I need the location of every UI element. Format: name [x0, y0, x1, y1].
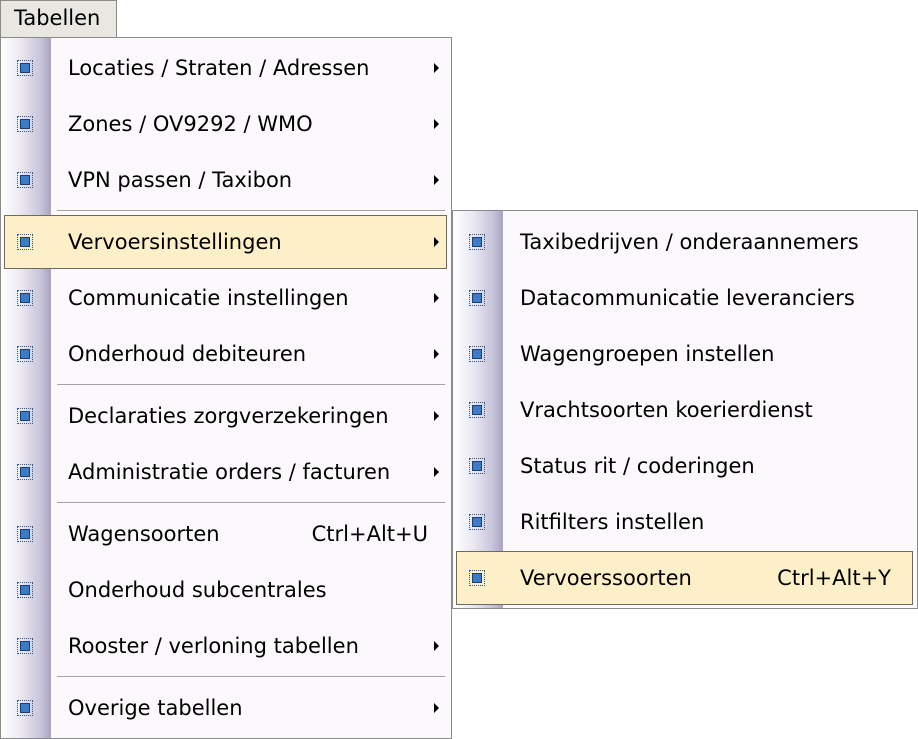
menu-item-icon	[17, 290, 33, 306]
menu-item-administratie[interactable]: Administratie orders / facturen	[4, 445, 447, 499]
submenu-arrow-icon	[434, 641, 439, 651]
menu-item-icon	[469, 514, 485, 530]
menu-item-locaties[interactable]: Locaties / Straten / Adressen	[4, 41, 447, 95]
tabellen-menu: Locaties / Straten / Adressen Zones / OV…	[0, 37, 452, 739]
submenu-arrow-icon	[434, 467, 439, 477]
menu-separator	[57, 676, 445, 678]
menu-item-label: Ritfilters instellen	[520, 510, 705, 534]
submenu-arrow-icon	[434, 293, 439, 303]
menu-item-label: Administratie orders / facturen	[68, 460, 391, 484]
menu-item-shortcut: Ctrl+Alt+U	[311, 522, 428, 546]
menu-item-icon	[17, 172, 33, 188]
menu-item-label: Wagensoorten	[68, 522, 220, 546]
menu-item-icon	[17, 346, 33, 362]
menu-item-label: Vervoersinstellingen	[68, 230, 282, 254]
menu-item-declaraties[interactable]: Declaraties zorgverzekeringen	[4, 389, 447, 443]
menu-separator	[57, 384, 445, 386]
menu-item-zones[interactable]: Zones / OV9292 / WMO	[4, 97, 447, 151]
submenu-arrow-icon	[434, 349, 439, 359]
menu-item-icon	[17, 60, 33, 76]
menu-item-label: Vrachtsoorten koerierdienst	[520, 398, 813, 422]
menu-item-label: Communicatie instellingen	[68, 286, 349, 310]
menu-item-vpn-passen[interactable]: VPN passen / Taxibon	[4, 153, 447, 207]
submenu-arrow-icon	[434, 119, 439, 129]
menu-item-shortcut: Ctrl+Alt+Y	[777, 566, 891, 590]
vervoersinstellingen-submenu: Taxibedrijven / onderaannemers Datacommu…	[452, 210, 918, 609]
menu-item-overige-tabellen[interactable]: Overige tabellen	[4, 681, 447, 735]
submenu-item-taxibedrijven[interactable]: Taxibedrijven / onderaannemers	[456, 215, 913, 269]
menubar-tabellen-label: Tabellen	[14, 6, 101, 30]
submenu-arrow-icon	[434, 703, 439, 713]
menu-item-icon	[17, 700, 33, 716]
menu-item-icon	[17, 116, 33, 132]
submenu-item-ritfilters[interactable]: Ritfilters instellen	[456, 495, 913, 549]
submenu-arrow-icon	[434, 175, 439, 185]
menu-item-communicatie[interactable]: Communicatie instellingen	[4, 271, 447, 325]
menu-item-vervoersinstellingen[interactable]: Vervoersinstellingen	[4, 215, 447, 269]
menu-item-icon	[469, 346, 485, 362]
menu-item-icon	[17, 234, 33, 250]
menu-item-label: Datacommunicatie leveranciers	[520, 286, 855, 310]
submenu-item-vervoerssoorten[interactable]: Vervoerssoorten Ctrl+Alt+Y	[456, 551, 913, 605]
menu-item-label: Overige tabellen	[68, 696, 243, 720]
menu-item-label: Onderhoud subcentrales	[68, 578, 327, 602]
menu-item-icon	[469, 290, 485, 306]
menu-item-onderhoud-subcentrales[interactable]: Onderhoud subcentrales	[4, 563, 447, 617]
menu-item-label: Wagengroepen instellen	[520, 342, 775, 366]
menu-item-icon	[469, 234, 485, 250]
menu-item-label: Locaties / Straten / Adressen	[68, 56, 370, 80]
menu-item-label: Declaraties zorgverzekeringen	[68, 404, 389, 428]
submenu-item-datacommunicatie[interactable]: Datacommunicatie leveranciers	[456, 271, 913, 325]
menubar-tabellen[interactable]: Tabellen	[0, 0, 117, 38]
menu-item-label: Rooster / verloning tabellen	[68, 634, 359, 658]
menu-item-wagensoorten[interactable]: Wagensoorten Ctrl+Alt+U	[4, 507, 447, 561]
menu-item-icon	[17, 582, 33, 598]
menu-item-icon	[469, 402, 485, 418]
app-root: Tabellen Locaties / Straten / Adressen Z…	[0, 0, 918, 739]
submenu-arrow-icon	[434, 63, 439, 73]
menu-item-label: Status rit / coderingen	[520, 454, 755, 478]
submenu-item-wagengroepen[interactable]: Wagengroepen instellen	[456, 327, 913, 381]
menu-item-rooster[interactable]: Rooster / verloning tabellen	[4, 619, 447, 673]
submenu-item-status-rit[interactable]: Status rit / coderingen	[456, 439, 913, 493]
menu-separator	[57, 210, 445, 212]
menu-separator	[57, 502, 445, 504]
menu-item-label: Zones / OV9292 / WMO	[68, 112, 313, 136]
menu-item-icon	[469, 458, 485, 474]
menu-item-label: Onderhoud debiteuren	[68, 342, 307, 366]
menu-item-icon	[17, 408, 33, 424]
submenu-arrow-icon	[434, 237, 439, 247]
menu-item-icon	[17, 464, 33, 480]
menu-item-icon	[17, 638, 33, 654]
submenu-arrow-icon	[434, 411, 439, 421]
menu-item-icon	[17, 526, 33, 542]
menu-item-onderhoud-debiteuren[interactable]: Onderhoud debiteuren	[4, 327, 447, 381]
menu-item-icon	[469, 570, 485, 586]
menu-item-label: Taxibedrijven / onderaannemers	[520, 230, 859, 254]
menu-item-label: VPN passen / Taxibon	[68, 168, 293, 192]
submenu-item-vrachtsoorten[interactable]: Vrachtsoorten koerierdienst	[456, 383, 913, 437]
menu-item-label: Vervoerssoorten	[520, 566, 692, 590]
